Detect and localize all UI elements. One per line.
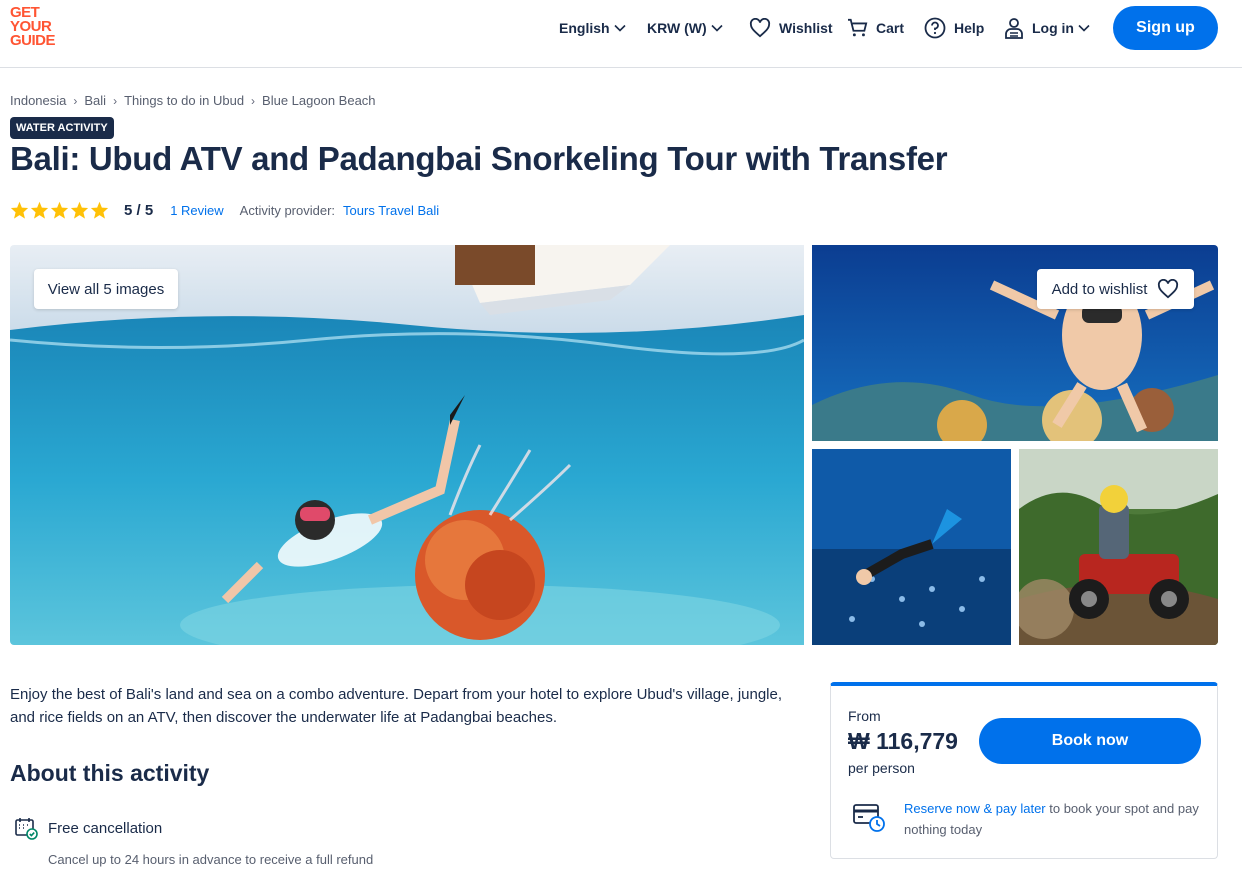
- reserve-pay-later-text: Reserve now & pay later to book your spo…: [904, 798, 1204, 840]
- breadcrumb-item[interactable]: Blue Lagoon Beach: [262, 93, 375, 108]
- add-to-wishlist-label: Add to wishlist: [1051, 280, 1148, 298]
- language-selector[interactable]: English: [559, 16, 626, 40]
- booking-card: From ₩ 116,779 per person Book now Reser…: [830, 682, 1218, 859]
- breadcrumb-item[interactable]: Things to do in Ubud: [124, 93, 244, 108]
- star-rating: [10, 201, 109, 219]
- provider-link[interactable]: Tours Travel Bali: [343, 203, 439, 218]
- book-now-button[interactable]: Book now: [979, 718, 1201, 764]
- price-value: ₩ 116,779: [848, 728, 958, 754]
- star-icon: [70, 201, 89, 219]
- breadcrumb: Indonesia › Bali › Things to do in Ubud …: [10, 93, 376, 108]
- breadcrumb-separator-icon: ›: [251, 93, 256, 108]
- about-heading: About this activity: [10, 760, 210, 786]
- rating-score: 5 / 5: [124, 201, 154, 219]
- currency-label: KRW (W): [647, 20, 707, 36]
- photo-atv-ride[interactable]: [1019, 449, 1218, 645]
- heart-icon: [749, 18, 771, 38]
- feature-free-cancellation: Free cancellation: [14, 816, 162, 840]
- price-from-label: From: [848, 708, 881, 724]
- star-icon: [10, 201, 29, 219]
- star-icon: [50, 201, 69, 219]
- getyourguide-logo[interactable]: GET YOUR GUIDE: [10, 5, 70, 52]
- star-icon: [30, 201, 49, 219]
- signup-button[interactable]: Sign up: [1113, 6, 1218, 50]
- heart-icon: [1158, 279, 1179, 299]
- help-icon: [924, 17, 946, 39]
- view-all-images-button[interactable]: View all 5 images: [34, 269, 178, 309]
- breadcrumb-item[interactable]: Indonesia: [10, 93, 66, 108]
- cart-icon: [848, 18, 868, 37]
- help-link[interactable]: Help: [924, 16, 988, 40]
- page-title: Bali: Ubud ATV and Padangbai Snorkeling …: [10, 140, 948, 177]
- reserve-pay-later-icon: [853, 804, 885, 832]
- chevron-down-icon: [1078, 24, 1090, 32]
- language-label: English: [559, 20, 610, 36]
- login-label: Log in: [1032, 20, 1074, 36]
- reserve-pay-later-link[interactable]: Reserve now & pay later: [904, 801, 1046, 816]
- cart-label: Cart: [876, 20, 905, 36]
- rating-row: 5 / 5 1 Review Activity provider: Tours …: [10, 199, 439, 221]
- calendar-check-icon: [15, 818, 38, 840]
- breadcrumb-separator-icon: ›: [113, 93, 118, 108]
- logo-line-3: GUIDE: [10, 32, 56, 49]
- category-badge: WATER ACTIVITY: [10, 117, 114, 139]
- wishlist-link[interactable]: Wishlist: [749, 16, 837, 40]
- breadcrumb-separator-icon: ›: [73, 93, 78, 108]
- chevron-down-icon: [711, 24, 723, 32]
- chevron-down-icon: [613, 24, 626, 32]
- activity-description: Enjoy the best of Bali's land and sea on…: [10, 686, 783, 726]
- breadcrumb-item[interactable]: Bali: [84, 93, 106, 108]
- user-icon: [1005, 18, 1023, 39]
- photo-diver-fish[interactable]: [812, 449, 1011, 645]
- cart-link[interactable]: Cart: [847, 16, 908, 40]
- feature-subtitle: Cancel up to 24 hours in advance to rece…: [48, 852, 374, 867]
- reviews-link[interactable]: 1 Review: [170, 203, 223, 218]
- login-menu[interactable]: Log in: [1004, 16, 1090, 40]
- feature-title: Free cancellation: [48, 819, 163, 837]
- add-to-wishlist-button[interactable]: Add to wishlist: [1037, 269, 1194, 309]
- currency-selector[interactable]: KRW (W): [647, 16, 723, 40]
- provider-label: Activity provider:: [239, 202, 336, 218]
- help-label: Help: [954, 20, 985, 36]
- star-icon: [90, 201, 109, 219]
- wishlist-label: Wishlist: [779, 20, 833, 36]
- site-header: GET YOUR GUIDE English KRW (W) Wishlist …: [0, 0, 1242, 68]
- price-per-label: per person: [848, 760, 915, 776]
